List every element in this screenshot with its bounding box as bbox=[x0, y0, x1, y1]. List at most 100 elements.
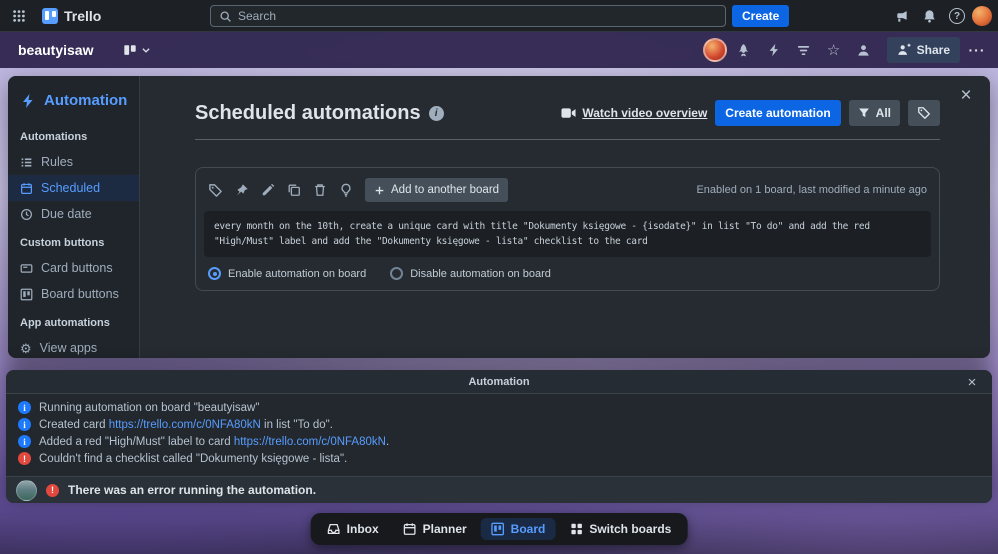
automation-modal: × Automation Automations Rules Scheduled… bbox=[8, 76, 990, 358]
sidebar-section-automations: Automations bbox=[20, 131, 88, 143]
tag-icon bbox=[917, 106, 931, 120]
inbox-icon bbox=[327, 522, 341, 536]
planner-calendar-icon bbox=[403, 522, 417, 536]
filter-all-button[interactable]: All bbox=[848, 100, 900, 126]
board-views-icon bbox=[123, 43, 137, 57]
automation-sidebar: Automation Automations Rules Scheduled D… bbox=[8, 76, 140, 358]
board-icon bbox=[491, 522, 505, 536]
power-ups-button[interactable] bbox=[731, 37, 757, 63]
create-automation-button[interactable]: Create automation bbox=[715, 100, 841, 126]
member-avatar[interactable] bbox=[702, 38, 727, 62]
nav-label: Inbox bbox=[346, 522, 379, 536]
log-text: Created card https://trello.com/c/0NFA80… bbox=[39, 418, 333, 431]
copy-icon[interactable] bbox=[287, 183, 301, 197]
nav-board[interactable]: Board bbox=[480, 518, 556, 540]
pin-icon[interactable] bbox=[235, 183, 249, 197]
sidebar-item-label: Due date bbox=[41, 207, 92, 221]
trello-logo-icon bbox=[42, 7, 58, 24]
add-to-board-button[interactable]: Add to another board bbox=[365, 178, 509, 202]
announcements-button[interactable] bbox=[888, 3, 914, 29]
search-icon bbox=[219, 10, 232, 23]
filter-lines-icon bbox=[796, 43, 811, 58]
filters-button[interactable] bbox=[791, 37, 817, 63]
nav-inbox[interactable]: Inbox bbox=[317, 518, 389, 540]
sidebar-item-board-buttons[interactable]: Board buttons bbox=[8, 281, 139, 307]
nav-label: Switch boards bbox=[589, 522, 672, 536]
watch-video-link[interactable]: Watch video overview bbox=[561, 106, 707, 120]
sidebar-section-app-automations: App automations bbox=[20, 317, 110, 329]
create-button[interactable]: Create bbox=[732, 5, 790, 27]
ellipsis-icon: ··· bbox=[968, 42, 986, 58]
trash-icon[interactable] bbox=[313, 183, 327, 197]
sidebar-item-label: View apps bbox=[39, 341, 98, 355]
sidebar-item-rules[interactable]: Rules bbox=[8, 149, 139, 175]
search-input[interactable] bbox=[238, 9, 717, 23]
filter-labels-button[interactable] bbox=[908, 100, 940, 126]
rule-command-text[interactable]: every month on the 10th, create a unique… bbox=[204, 211, 931, 258]
board-background: Trello Create ? bbox=[0, 0, 998, 554]
radio-unselected-icon bbox=[390, 267, 404, 281]
info-circle-icon: i bbox=[18, 401, 31, 414]
bottom-nav: Inbox Planner Board Switch boards bbox=[310, 513, 688, 545]
error-circle-icon: ! bbox=[46, 483, 59, 497]
star-board-button[interactable]: ☆ bbox=[821, 37, 847, 63]
page-title: Scheduled automations bbox=[195, 101, 421, 124]
automation-sidebar-header: Automation bbox=[8, 84, 139, 121]
gear-icon: ⚙ bbox=[20, 340, 32, 356]
rocket-icon bbox=[736, 43, 751, 58]
search-bar[interactable] bbox=[210, 5, 726, 27]
labels-icon[interactable] bbox=[208, 183, 223, 198]
enable-automation-radio[interactable]: Enable automation on board bbox=[208, 267, 366, 281]
board-icon bbox=[20, 288, 33, 301]
nav-switch-boards[interactable]: Switch boards bbox=[559, 518, 681, 540]
sidebar-item-card-buttons[interactable]: Card buttons bbox=[8, 255, 139, 281]
close-icon: × bbox=[960, 85, 972, 106]
watch-video-label: Watch video overview bbox=[582, 106, 708, 120]
visibility-button[interactable] bbox=[851, 37, 877, 63]
automation-button[interactable] bbox=[761, 37, 787, 63]
modal-close-button[interactable]: × bbox=[952, 82, 980, 110]
app-switcher-button[interactable] bbox=[6, 3, 32, 29]
nav-planner[interactable]: Planner bbox=[393, 518, 477, 540]
log-text: Added a red "High/Must" label to card ht… bbox=[39, 435, 390, 448]
sidebar-section-custom-buttons: Custom buttons bbox=[20, 237, 105, 249]
share-button[interactable]: Share bbox=[886, 37, 960, 63]
info-icon[interactable]: i bbox=[428, 105, 444, 121]
notifications-button[interactable] bbox=[916, 3, 942, 29]
log-footer-text: There was an error running the automatio… bbox=[68, 483, 317, 497]
megaphone-icon bbox=[894, 9, 909, 24]
add-to-board-label: Add to another board bbox=[391, 184, 500, 196]
log-entry: i Running automation on board "beautyisa… bbox=[18, 401, 980, 414]
user-avatar[interactable] bbox=[972, 6, 992, 26]
top-app-bar: Trello Create ? bbox=[0, 0, 998, 32]
board-menu-button[interactable]: ··· bbox=[964, 37, 990, 63]
board-name[interactable]: beautyisaw bbox=[12, 38, 99, 62]
lightbulb-icon[interactable] bbox=[339, 183, 353, 197]
board-views-switcher[interactable] bbox=[117, 39, 157, 61]
card-link[interactable]: https://trello.com/c/0NFA80kN bbox=[234, 436, 386, 448]
trello-home-button[interactable]: Trello bbox=[36, 6, 107, 26]
disable-automation-radio[interactable]: Disable automation on board bbox=[390, 267, 551, 281]
app-grid-icon bbox=[12, 9, 26, 23]
help-icon: ? bbox=[949, 8, 965, 24]
nav-label: Planner bbox=[422, 522, 467, 536]
log-title: Automation bbox=[468, 375, 530, 388]
log-body: i Running automation on board "beautyisa… bbox=[6, 394, 992, 476]
sidebar-item-due-date[interactable]: Due date bbox=[8, 201, 139, 227]
nav-label: Board bbox=[510, 522, 546, 536]
butler-avatar[interactable] bbox=[16, 479, 37, 501]
calendar-icon bbox=[20, 182, 33, 195]
info-circle-icon: i bbox=[18, 418, 31, 431]
sidebar-item-scheduled[interactable]: Scheduled bbox=[8, 175, 139, 201]
funnel-icon bbox=[858, 107, 870, 119]
log-entry: i Added a red "High/Must" label to card … bbox=[18, 435, 980, 448]
star-icon: ☆ bbox=[826, 41, 841, 59]
log-entry: i Created card https://trello.com/c/0NFA… bbox=[18, 418, 980, 431]
automation-log-panel: Automation × i Running automation on boa… bbox=[6, 370, 992, 503]
help-button[interactable]: ? bbox=[944, 3, 970, 29]
card-link[interactable]: https://trello.com/c/0NFA80kN bbox=[109, 419, 261, 431]
sidebar-item-view-apps[interactable]: ⚙ View apps bbox=[8, 335, 139, 358]
edit-pencil-icon[interactable] bbox=[261, 183, 275, 197]
log-close-button[interactable]: × bbox=[960, 370, 984, 394]
log-text: Couldn't find a checklist called "Dokume… bbox=[39, 452, 348, 465]
